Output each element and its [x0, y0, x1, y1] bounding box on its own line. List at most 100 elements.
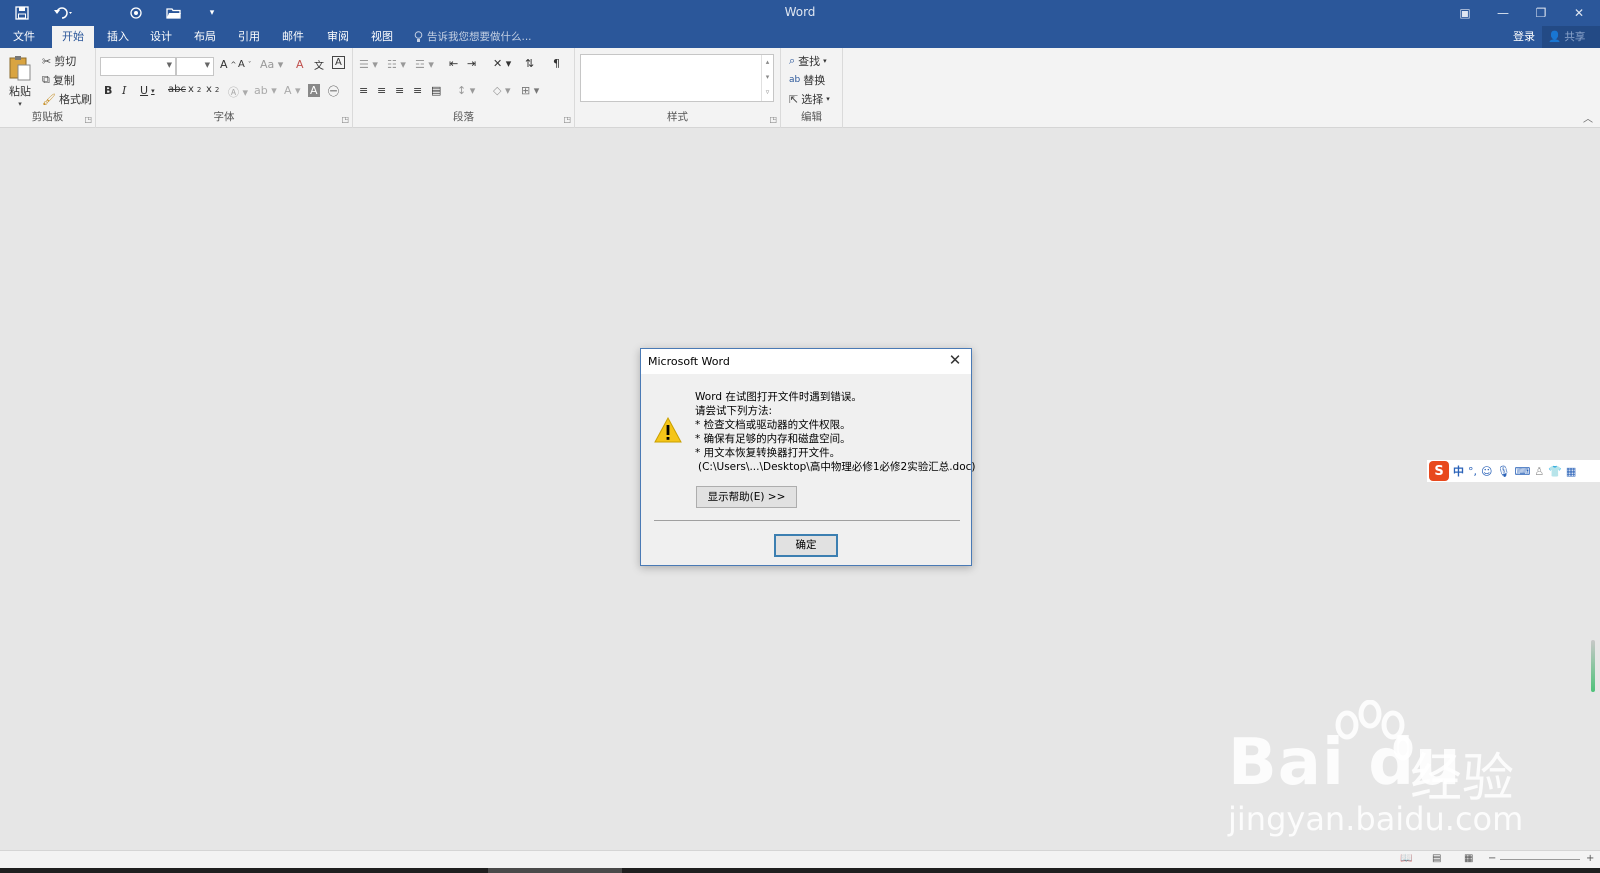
tab-references[interactable]: 引用 [231, 26, 267, 48]
scissors-icon: ✂ [42, 54, 52, 68]
tab-insert[interactable]: 插入 [100, 26, 136, 48]
skin-icon[interactable]: 👕 [1548, 465, 1562, 478]
microphone-icon[interactable]: 🎙 [1496, 465, 1510, 478]
read-mode-icon[interactable]: 📖 [1400, 853, 1412, 864]
restore-button[interactable]: ❐ [1522, 0, 1560, 26]
decrease-indent-icon[interactable]: ⇤ [449, 57, 458, 70]
tab-home[interactable]: 开始 [52, 26, 94, 48]
sort-icon[interactable]: ⇅ [525, 57, 534, 70]
align-left-icon[interactable]: ≡ [359, 84, 368, 97]
grow-font-icon[interactable]: A ^ [220, 58, 236, 71]
shrink-font-icon[interactable]: Aˇ [238, 59, 251, 70]
user-icon[interactable]: ♙ [1534, 465, 1544, 478]
copy-button[interactable]: ⧉ 复制 [42, 72, 75, 88]
styles-launcher-icon[interactable]: ◳ [769, 115, 777, 124]
change-case-icon[interactable]: Aa ▾ [260, 58, 283, 71]
dialog-title-bar: Microsoft Word ✕ [641, 349, 971, 374]
share-button[interactable]: 👤 共享 [1542, 26, 1600, 48]
bullets-icon[interactable]: ☰ ▾ [359, 58, 378, 71]
keyboard-icon[interactable]: ⌨ [1514, 465, 1530, 478]
chevron-down-icon: ▾ [823, 57, 827, 65]
borders-icon[interactable]: ⊞ ▾ [521, 84, 539, 97]
tab-file[interactable]: 文件 [6, 26, 42, 48]
font-name-combo[interactable]: ▼ [100, 57, 176, 76]
clipboard-launcher-icon[interactable]: ◳ [84, 115, 92, 124]
styles-gallery-scroll[interactable]: ▴ ▾ ▿ [761, 55, 773, 101]
minimize-button[interactable]: — [1484, 0, 1522, 26]
font-color-icon[interactable]: A ▾ [284, 84, 301, 97]
tab-layout[interactable]: 布局 [187, 26, 223, 48]
format-painter-button[interactable]: 🖌 格式刷 [42, 91, 92, 107]
multilevel-list-icon[interactable]: ☲ ▾ [415, 58, 434, 71]
tab-mailings[interactable]: 邮件 [275, 26, 311, 48]
ime-toolbar: S 中 °, ☺ 🎙 ⌨ ♙ 👕 ▦ [1427, 460, 1600, 482]
taskbar-active-item[interactable] [488, 868, 622, 873]
paste-icon [9, 56, 31, 81]
subscript-icon[interactable]: x2 [188, 84, 201, 95]
close-button[interactable]: ✕ [1560, 0, 1598, 26]
web-layout-icon[interactable]: ▦ [1464, 853, 1473, 864]
tell-me-search[interactable]: 告诉我您想要做什么... [414, 26, 532, 48]
enclose-characters-icon[interactable]: ㊀ [328, 83, 339, 99]
zoom-out-icon[interactable]: − [1488, 853, 1496, 864]
sogou-logo-icon[interactable]: S [1429, 461, 1449, 481]
lightbulb-icon [414, 31, 423, 42]
font-launcher-icon[interactable]: ◳ [341, 115, 349, 124]
emoji-icon[interactable]: ☺ [1481, 465, 1492, 478]
paste-button[interactable]: 粘贴 ▾ [8, 54, 32, 108]
status-bar: 📖 ▤ ▦ − + [0, 850, 1600, 868]
window-title: Word [784, 5, 816, 19]
show-help-button[interactable]: 显示帮助(E) >> [696, 486, 797, 508]
paintbrush-icon: 🖌 [42, 92, 56, 106]
underline-icon[interactable]: U ▾ [140, 84, 155, 97]
justify-icon[interactable]: ≡ [413, 84, 422, 97]
tab-review[interactable]: 审阅 [320, 26, 356, 48]
cut-button[interactable]: ✂ 剪切 [42, 53, 76, 69]
paste-dropdown-icon: ▾ [18, 100, 22, 108]
dialog-close-icon[interactable]: ✕ [945, 351, 965, 369]
replace-icon: ab [789, 75, 801, 85]
select-button[interactable]: ⇱ 选择 ▾ [789, 91, 830, 107]
scroll-indicator[interactable] [1591, 640, 1595, 692]
replace-button[interactable]: ab 替换 [789, 72, 825, 88]
shading-icon[interactable]: ◇ ▾ [493, 84, 510, 97]
character-shading-icon[interactable]: A [308, 84, 320, 97]
ribbon-display-options-icon[interactable]: ▣ [1446, 0, 1484, 26]
zoom-slider[interactable] [1500, 859, 1580, 860]
styles-gallery[interactable]: ▴ ▾ ▿ [580, 54, 774, 102]
align-right-icon[interactable]: ≡ [395, 84, 404, 97]
strikethrough-icon[interactable]: abc [168, 84, 186, 95]
character-border-icon[interactable]: A [332, 56, 345, 69]
increase-indent-icon[interactable]: ⇥ [467, 57, 476, 70]
collapse-ribbon-icon[interactable]: ︿ [1583, 110, 1593, 125]
ime-mode-toggle[interactable]: 中 [1453, 463, 1464, 479]
chinese-layout-icon[interactable]: ✕ ▾ [493, 57, 511, 70]
toolbox-icon[interactable]: ▦ [1566, 465, 1576, 478]
numbering-icon[interactable]: ☷ ▾ [387, 58, 406, 71]
distributed-icon[interactable]: ▤ [431, 84, 441, 97]
bold-icon[interactable]: B [104, 84, 112, 97]
ok-button[interactable]: 确定 [774, 534, 838, 557]
tab-design[interactable]: 设计 [143, 26, 179, 48]
superscript-icon[interactable]: x2 [206, 84, 219, 95]
dialog-message-line: * 确保有足够的内存和磁盘空间。 [695, 433, 851, 445]
tab-view[interactable]: 视图 [364, 26, 400, 48]
show-marks-icon[interactable]: ¶ [553, 57, 560, 70]
zoom-in-icon[interactable]: + [1586, 853, 1594, 864]
highlight-icon[interactable]: ab ▾ [254, 84, 277, 97]
align-center-icon[interactable]: ≡ [377, 84, 386, 97]
phonetic-guide-icon[interactable]: 文 [314, 57, 324, 72]
font-size-combo[interactable]: ▼ [176, 57, 214, 76]
italic-icon[interactable]: I [122, 84, 126, 97]
cut-label: 剪切 [54, 55, 77, 68]
text-effects-icon[interactable]: Ⓐ ▾ [228, 84, 248, 100]
paragraph-launcher-icon[interactable]: ◳ [563, 115, 571, 124]
dialog-file-path: (C:\Users\...\Desktop\高中物理必修1必修2实验汇总.doc… [698, 461, 976, 473]
clear-formatting-icon[interactable]: A [296, 58, 304, 71]
login-link[interactable]: 登录 [1513, 26, 1535, 48]
punctuation-icon[interactable]: °, [1468, 465, 1477, 478]
line-spacing-icon[interactable]: ↕ ▾ [457, 84, 475, 97]
find-button[interactable]: ⌕ 查找 ▾ [789, 53, 827, 69]
editing-group: ⌕ 查找 ▾ ab 替换 ⇱ 选择 ▾ 编辑 [781, 48, 843, 128]
print-layout-icon[interactable]: ▤ [1432, 853, 1441, 864]
